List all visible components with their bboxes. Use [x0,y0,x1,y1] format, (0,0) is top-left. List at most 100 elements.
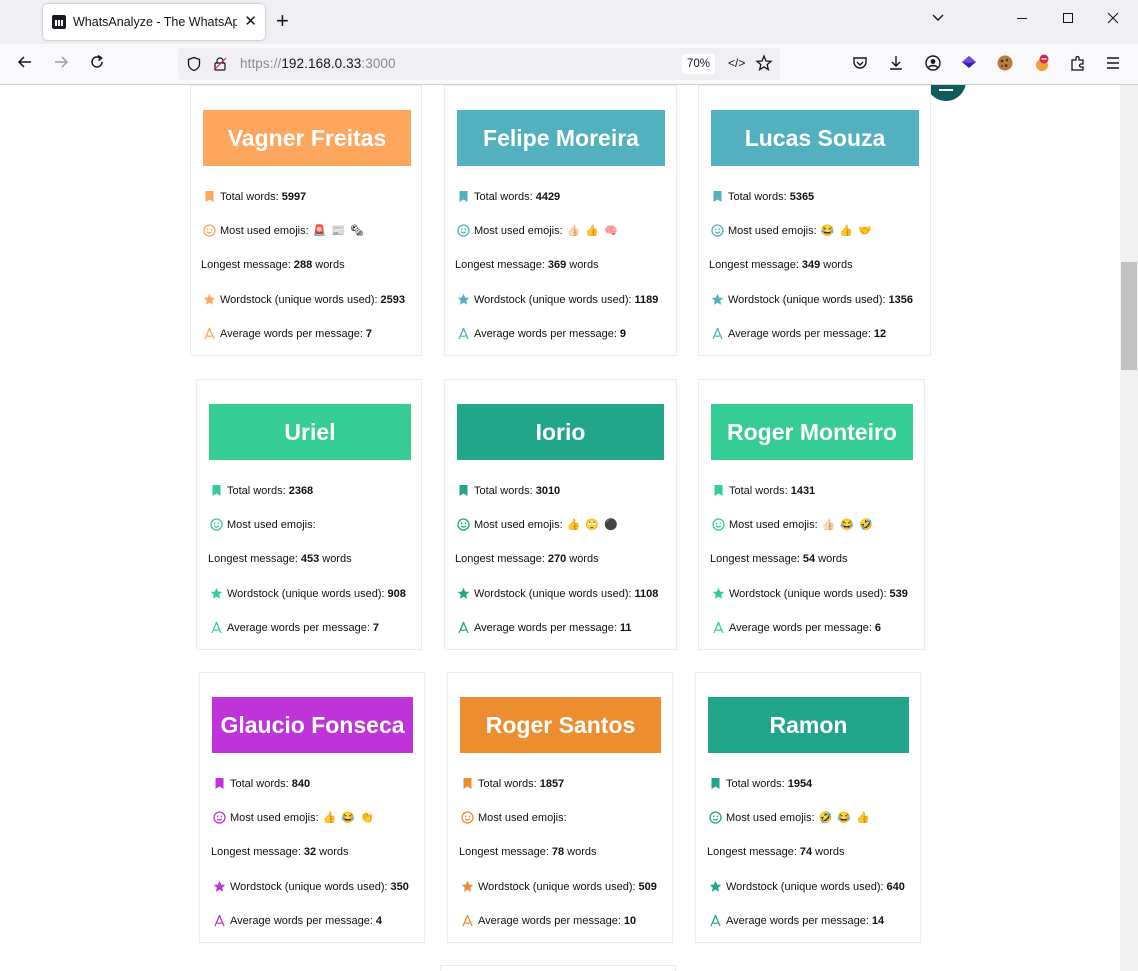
new-tab-icon[interactable]: + [276,8,289,34]
download-fab-button[interactable] [926,85,966,101]
reload-icon[interactable] [88,53,106,76]
tab-strip: WhatsAnalyze - The WhatsApp ✕ + [0,0,1138,44]
compass-icon [712,621,725,634]
bookmark-star-icon[interactable] [755,54,773,77]
wordstock-stat: Wordstock (unique words used): 1356 [711,293,913,306]
menu-hamburger-icon[interactable] [1105,54,1123,72]
total-words-stat: Total words: 2368 [210,484,313,497]
forward-icon[interactable] [52,53,70,76]
stat-label: Total words: [726,777,785,790]
person-name-header: Glaucio Fonseca [212,697,413,753]
person-name-header: Felipe Moreira [457,110,665,166]
book-icon [711,190,724,203]
minimize-icon[interactable] [1016,10,1028,32]
average-words-stat: Average words per message: 11 [457,621,632,634]
most-used-emojis-stat: Most used emojis: 👍🏻 😂 🤣 [712,518,874,531]
compass-icon [461,914,474,927]
stat-label: Most used emojis: [227,518,316,531]
cookie-extension-icon[interactable] [996,54,1014,72]
compass-icon [210,621,223,634]
compass-icon [711,327,724,340]
close-tab-icon[interactable]: ✕ [244,13,257,31]
address-bar[interactable]: https://192.168.0.33:3000 70% </> [178,48,780,80]
stat-value: 78 [551,846,565,858]
most-used-emojis-stat: Most used emojis: 👍 🙄 ⚫ [457,518,619,531]
browser-tab[interactable]: WhatsAnalyze - The WhatsApp ✕ [43,4,265,40]
compass-icon [709,914,722,927]
person-card: Felipe Moreira Total words: 4429 Most used… [444,85,677,356]
stat-label: Wordstock (unique words used): [474,293,632,306]
stat-value: 4 [375,914,382,927]
back-icon[interactable] [16,53,34,76]
extensions-puzzle-icon[interactable] [1069,54,1087,72]
page-scrollbar[interactable] [1120,85,1138,971]
total-words-stat: Total words: 3010 [457,484,560,497]
close-window-icon[interactable] [1107,10,1119,32]
person-card: Roger Santos Total words: 1857 Most used e… [447,672,673,943]
maximize-icon[interactable] [1062,10,1074,32]
most-used-emojis-stat: Most used emojis: 😂 👍 🤝 [711,224,873,237]
stat-label: Wordstock (unique words used): [227,587,385,600]
person-name-header: Lucas Souza [711,110,919,166]
smiley-icon [457,224,470,237]
stat-label: Wordstock (unique words used): [728,293,886,306]
emoji-list: 😂 👍 🤝 [820,225,873,237]
emoji-list: 👍 😂 👏 [322,812,375,824]
longest-message-stat: Longest message: 349 words [709,259,853,271]
stat-suffix: words [319,846,349,858]
stat-label: Most used emojis: [220,224,309,237]
scrollbar-thumb[interactable] [1121,262,1137,370]
url-host: 192.168.0.33 [281,56,362,71]
smiley-icon [203,224,216,237]
wordstock-stat: Wordstock (unique words used): 539 [712,587,908,600]
most-used-emojis-stat: Most used emojis: 🤣 😂 👍 [709,811,871,824]
compass-icon [203,327,216,340]
zoom-level-button[interactable]: 70% [682,54,716,74]
navigation-toolbar: https://192.168.0.33:3000 70% </> [0,44,1138,85]
stat-label: Wordstock (unique words used): [478,880,636,893]
stat-value: 32 [303,846,317,858]
star-icon [461,880,474,893]
average-words-stat: Average words per message: 7 [203,327,372,340]
book-icon [461,777,474,790]
stat-value: 1954 [787,777,813,790]
reader-code-icon[interactable]: </> [728,56,745,70]
stat-value: 1857 [539,777,565,790]
stat-value: 5365 [789,190,815,203]
list-all-tabs-icon[interactable] [931,10,945,32]
stat-value: 11 [619,621,632,634]
stat-value: 9 [619,327,626,340]
smiley-icon [213,811,226,824]
total-words-stat: Total words: 5997 [203,190,306,203]
stat-label: Longest message: [455,259,545,271]
stat-value: 6 [874,621,881,634]
person-card: Iorio Total words: 3010 Most used emojis: 👍… [444,379,677,650]
total-words-stat: Total words: 1954 [709,777,812,790]
stat-value: 350 [390,880,409,893]
total-words-stat: Total words: 4429 [457,190,560,203]
stat-suffix: words [322,553,352,565]
url-text[interactable]: https://192.168.0.33:3000 [240,56,396,71]
most-used-emojis-stat: Most used emojis: [210,518,320,531]
stat-value: 54 [802,553,816,565]
stat-value: 14 [871,914,885,927]
book-icon [712,484,725,497]
stat-label: Longest message: [208,553,298,565]
smiley-icon [210,518,223,531]
emoji-list: 👍🏻 👍 🧠 [566,225,619,237]
account-icon[interactable] [924,54,942,72]
stat-value: 539 [889,587,908,600]
average-words-stat: Average words per message: 12 [711,327,886,340]
downloads-icon[interactable] [887,54,905,72]
blocker-extension-icon[interactable] [1033,54,1051,72]
tracking-protection-shield-icon[interactable] [186,56,202,77]
extension-purple-layers-icon[interactable] [960,54,978,72]
pocket-icon[interactable] [851,54,869,72]
stat-label: Longest message: [707,846,797,858]
star-icon [213,880,226,893]
stat-value: 840 [291,777,311,790]
stat-label: Wordstock (unique words used): [729,587,887,600]
stat-value: 640 [886,880,905,893]
stat-value: 1431 [790,484,816,497]
insecure-lock-icon[interactable] [212,56,228,77]
